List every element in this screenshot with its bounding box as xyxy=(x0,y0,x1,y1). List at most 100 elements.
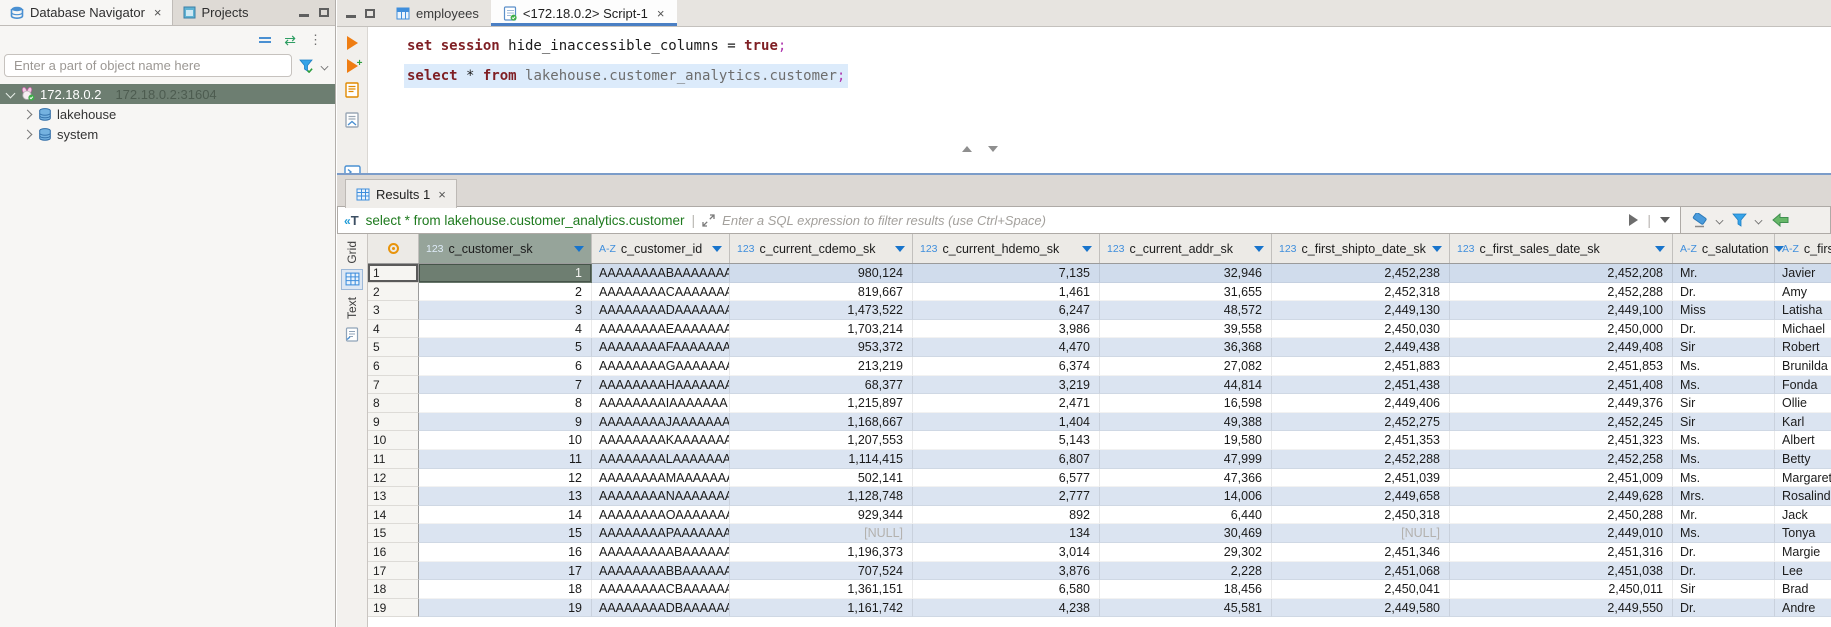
cell-c_current_cdemo_sk[interactable]: 1,473,522 xyxy=(730,301,913,320)
chevron-down-icon[interactable] xyxy=(1755,216,1763,224)
cell-c_current_cdemo_sk[interactable]: 953,372 xyxy=(730,338,913,357)
row-number[interactable]: 14 xyxy=(368,506,419,525)
cell-c_first_sales_date_sk[interactable]: 2,449,550 xyxy=(1450,599,1673,618)
cell-c_current_addr_sk[interactable]: 49,388 xyxy=(1100,413,1272,432)
cell-c_customer_sk[interactable]: 10 xyxy=(419,431,592,450)
execute-new-tab-button[interactable]: + xyxy=(347,59,358,73)
cell-c_first_shipto_date_sk[interactable]: 2,450,041 xyxy=(1272,580,1450,599)
table-row-18[interactable]: 1818AAAAAAAACBAAAAAA1,361,1516,58018,456… xyxy=(368,580,1831,599)
cell-c_current_hdemo_sk[interactable]: 3,219 xyxy=(913,376,1100,395)
cell-c_salutation[interactable]: Dr. xyxy=(1673,320,1775,339)
execute-script-button[interactable] xyxy=(345,82,359,103)
tab-database-navigator[interactable]: Database Navigator × xyxy=(0,0,173,25)
chevron-down-icon[interactable] xyxy=(6,90,15,99)
cell-c_current_addr_sk[interactable]: 39,558 xyxy=(1100,320,1272,339)
link-with-editor-icon[interactable]: ⇄ xyxy=(284,33,296,47)
filter-history-dropdown-icon[interactable] xyxy=(1660,217,1670,223)
cell-c_current_cdemo_sk[interactable]: 1,128,748 xyxy=(730,487,913,506)
table-row-9[interactable]: 99AAAAAAAAJAAAAAAA1,168,6671,40449,3882,… xyxy=(368,413,1831,432)
cell-c_first_shipto_date_sk[interactable]: 2,451,068 xyxy=(1272,562,1450,581)
cell-c_customer_id[interactable]: AAAAAAAABBAAAAAA xyxy=(592,562,730,581)
table-row-10[interactable]: 1010AAAAAAAAKAAAAAAA1,207,5535,14319,580… xyxy=(368,431,1831,450)
cell-c_first_shipto_date_sk[interactable]: 2,451,346 xyxy=(1272,543,1450,562)
cell-c_salutation[interactable]: Miss xyxy=(1673,301,1775,320)
cell-c_current_addr_sk[interactable]: 29,302 xyxy=(1100,543,1272,562)
cell-c_first_shipto_date_sk[interactable]: 2,449,438 xyxy=(1272,338,1450,357)
column-dropdown-icon[interactable] xyxy=(895,246,905,252)
explain-plan-button[interactable] xyxy=(345,112,359,133)
cell-c_first_sales_date_sk[interactable]: 2,449,100 xyxy=(1450,301,1673,320)
cell-c_first_name[interactable]: Tonya xyxy=(1775,524,1831,543)
cell-c_first_sales_date_sk[interactable]: 2,452,208 xyxy=(1450,264,1673,283)
cell-c_current_hdemo_sk[interactable]: 892 xyxy=(913,506,1100,525)
cell-c_first_name[interactable]: Andre xyxy=(1775,599,1831,618)
column-dropdown-icon[interactable] xyxy=(1655,246,1665,252)
table-row-15[interactable]: 1515AAAAAAAAPAAAAAAA[NULL]13430,469[NULL… xyxy=(368,524,1831,543)
cell-c_first_name[interactable]: Lee xyxy=(1775,562,1831,581)
column-dropdown-icon[interactable] xyxy=(1082,246,1092,252)
cell-c_first_name[interactable]: Brad xyxy=(1775,580,1831,599)
column-header-c_first_name[interactable]: A-Z c_first_name xyxy=(1775,234,1831,263)
close-icon[interactable]: × xyxy=(438,187,446,202)
row-number[interactable]: 9 xyxy=(368,413,419,432)
column-header-c_first_sales_date_sk[interactable]: 123 c_first_sales_date_sk xyxy=(1450,234,1673,263)
table-row-4[interactable]: 44AAAAAAAAEAAAAAAA1,703,2143,98639,5582,… xyxy=(368,320,1831,339)
tab-employees[interactable]: employees xyxy=(384,0,491,26)
chevron-down-icon[interactable] xyxy=(1716,216,1724,224)
cell-c_current_addr_sk[interactable]: 45,581 xyxy=(1100,599,1272,618)
column-dropdown-icon[interactable] xyxy=(1254,246,1264,252)
cell-c_first_sales_date_sk[interactable]: 2,449,408 xyxy=(1450,338,1673,357)
cell-c_salutation[interactable]: Mr. xyxy=(1673,264,1775,283)
cell-c_current_hdemo_sk[interactable]: 5,143 xyxy=(913,431,1100,450)
close-icon[interactable]: × xyxy=(154,6,162,19)
cell-c_first_name[interactable]: Latisha xyxy=(1775,301,1831,320)
cell-c_customer_id[interactable]: AAAAAAAAABAAAAAA xyxy=(592,543,730,562)
cell-c_current_hdemo_sk[interactable]: 7,135 xyxy=(913,264,1100,283)
cell-c_first_shipto_date_sk[interactable]: 2,451,883 xyxy=(1272,357,1450,376)
cell-c_salutation[interactable]: Ms. xyxy=(1673,450,1775,469)
cell-c_salutation[interactable]: Ms. xyxy=(1673,357,1775,376)
collapse-all-icon[interactable] xyxy=(259,35,271,45)
column-header-c_customer_id[interactable]: A-Z c_customer_id xyxy=(592,234,730,263)
tree-item-system[interactable]: system xyxy=(0,124,335,144)
row-number[interactable]: 17 xyxy=(368,562,419,581)
cell-c_customer_id[interactable]: AAAAAAAAIAAAAAAA xyxy=(592,394,730,413)
table-row-14[interactable]: 1414AAAAAAAAOAAAAAAA929,3448926,4402,450… xyxy=(368,506,1831,525)
splitter-sash[interactable] xyxy=(962,146,998,152)
apply-filter-icon[interactable] xyxy=(1629,214,1638,226)
tab-projects[interactable]: Projects xyxy=(173,0,259,25)
row-number[interactable]: 5 xyxy=(368,338,419,357)
cell-c_customer_id[interactable]: AAAAAAAADBAAAAAA xyxy=(592,599,730,618)
restore-up-icon[interactable] xyxy=(962,146,972,152)
filter-funnel-icon[interactable] xyxy=(1732,213,1747,227)
view-menu-icon[interactable]: ⋮ xyxy=(309,33,323,46)
cell-c_first_name[interactable]: Robert xyxy=(1775,338,1831,357)
cell-c_first_sales_date_sk[interactable]: 2,449,010 xyxy=(1450,524,1673,543)
cell-c_first_sales_date_sk[interactable]: 2,452,258 xyxy=(1450,450,1673,469)
row-number[interactable]: 4 xyxy=(368,320,419,339)
table-row-2[interactable]: 22AAAAAAAACAAAAAAA819,6671,46131,6552,45… xyxy=(368,283,1831,302)
cell-c_customer_id[interactable]: AAAAAAAAMAAAAAAA xyxy=(592,469,730,488)
cell-c_customer_id[interactable]: AAAAAAAAPAAAAAAA xyxy=(592,524,730,543)
cell-c_customer_sk[interactable]: 6 xyxy=(419,357,592,376)
cell-c_first_shipto_date_sk[interactable]: [NULL] xyxy=(1272,524,1450,543)
cell-c_first_name[interactable]: Amy xyxy=(1775,283,1831,302)
cell-c_first_sales_date_sk[interactable]: 2,450,288 xyxy=(1450,506,1673,525)
cell-c_current_hdemo_sk[interactable]: 3,876 xyxy=(913,562,1100,581)
cell-c_current_cdemo_sk[interactable]: 1,703,214 xyxy=(730,320,913,339)
cell-c_first_shipto_date_sk[interactable]: 2,450,318 xyxy=(1272,506,1450,525)
column-dropdown-icon[interactable] xyxy=(574,246,584,252)
cell-c_salutation[interactable]: Mr. xyxy=(1673,506,1775,525)
cell-c_first_sales_date_sk[interactable]: 2,451,316 xyxy=(1450,543,1673,562)
tree-item-lakehouse[interactable]: lakehouse xyxy=(0,104,335,124)
cell-c_current_addr_sk[interactable]: 47,366 xyxy=(1100,469,1272,488)
column-dropdown-icon[interactable] xyxy=(1432,246,1442,252)
cell-c_current_addr_sk[interactable]: 27,082 xyxy=(1100,357,1272,376)
cell-c_current_cdemo_sk[interactable]: 1,168,667 xyxy=(730,413,913,432)
cell-c_current_cdemo_sk[interactable]: 502,141 xyxy=(730,469,913,488)
cell-c_customer_sk[interactable]: 2 xyxy=(419,283,592,302)
cell-c_first_name[interactable]: Margie xyxy=(1775,543,1831,562)
cell-c_current_addr_sk[interactable]: 19,580 xyxy=(1100,431,1272,450)
cell-c_customer_sk[interactable]: 17 xyxy=(419,562,592,581)
cell-c_customer_id[interactable]: AAAAAAAAEAAAAAAA xyxy=(592,320,730,339)
